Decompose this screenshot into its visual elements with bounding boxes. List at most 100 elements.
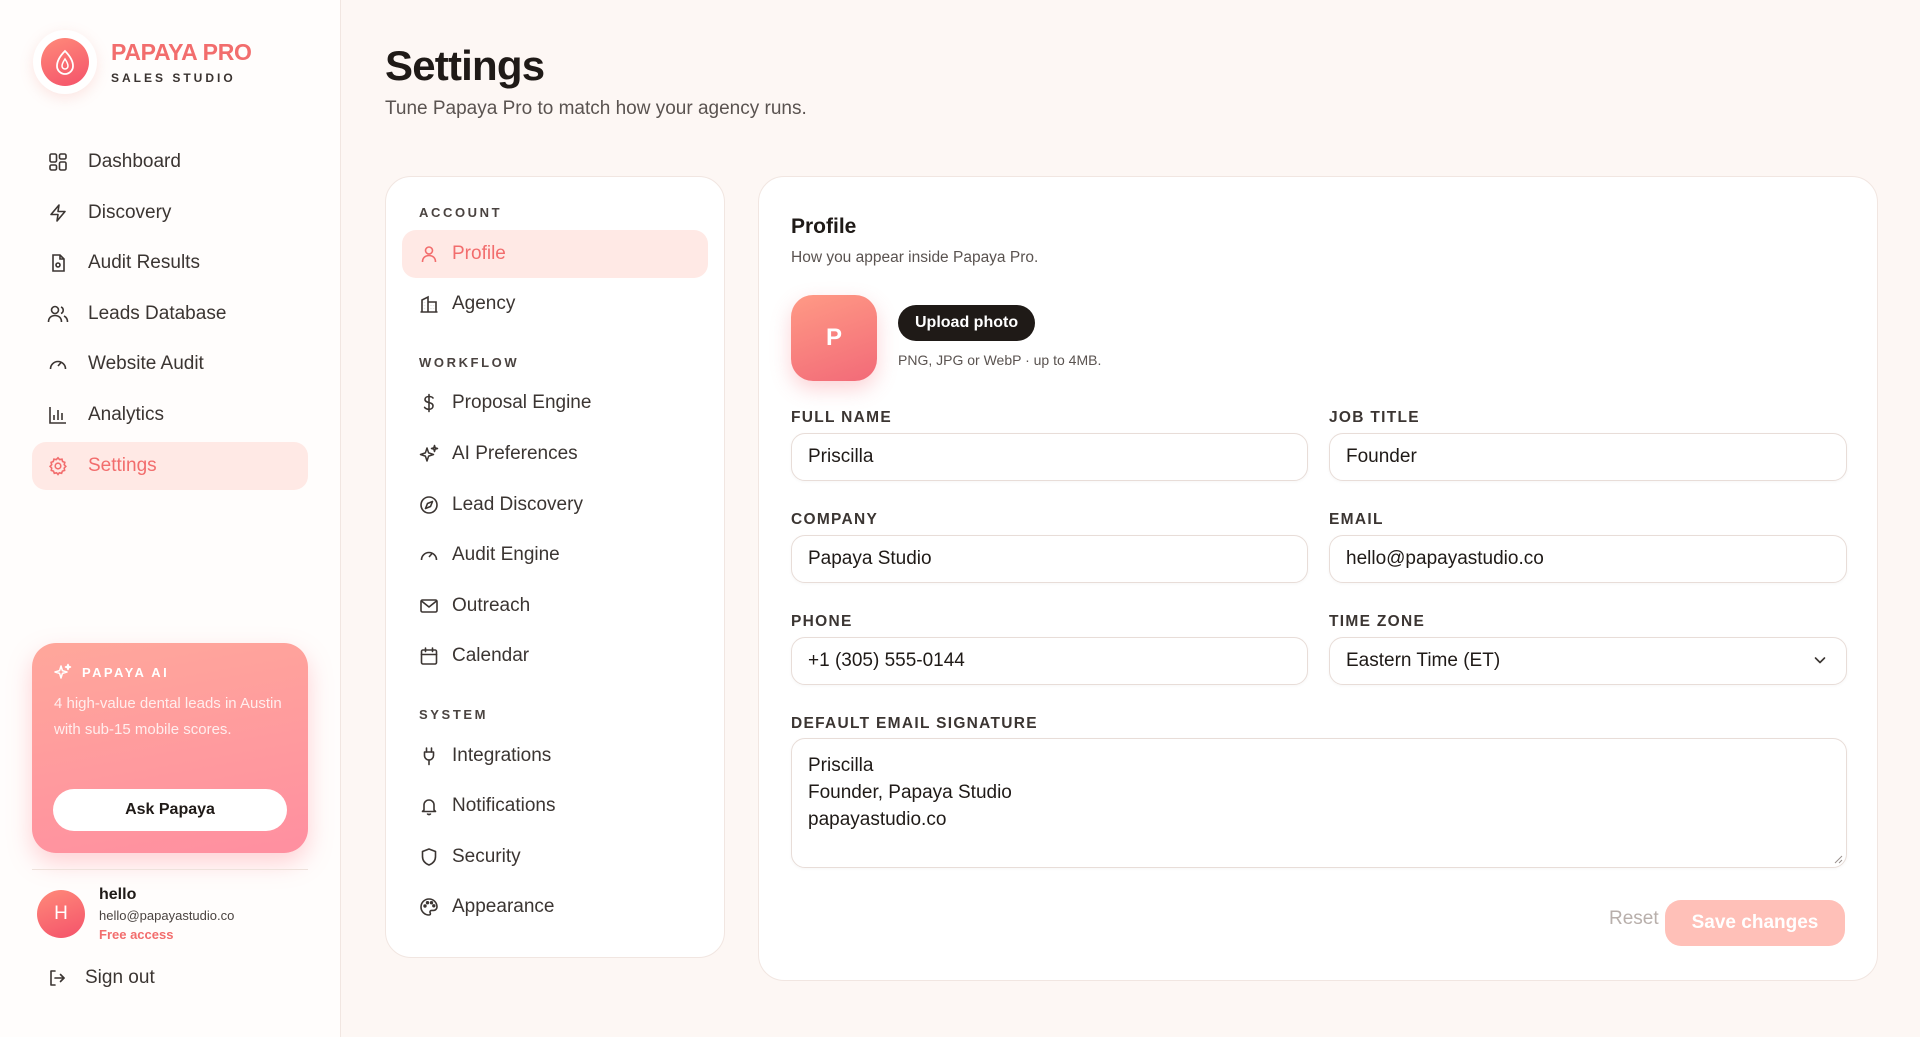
settings-item-label: AI Preferences <box>452 442 578 464</box>
resize-handle-icon[interactable] <box>1833 854 1843 864</box>
logout-icon <box>47 968 67 988</box>
company-label: COMPANY <box>791 511 879 528</box>
sidebar-item-dashboard[interactable]: Dashboard <box>32 138 308 186</box>
sidebar-item-settings[interactable]: Settings <box>32 441 308 490</box>
sidebar-item-audit-results[interactable]: Audit Results <box>32 239 308 287</box>
job-title-label: JOB TITLE <box>1329 409 1420 426</box>
sidebar: PAPAYA PRO SALES STUDIO Dashboard Discov… <box>0 0 341 1037</box>
settings-item-label: Profile <box>452 242 506 264</box>
phone-label: PHONE <box>791 613 853 630</box>
settings-item-agency[interactable]: Agency <box>402 280 708 328</box>
ai-card-title: PAPAYA AI <box>82 664 170 680</box>
signature-line: Priscilla <box>808 755 874 776</box>
sidebar-item-label: Website Audit <box>88 353 204 375</box>
company-field[interactable]: Papaya Studio <box>791 535 1308 583</box>
user-name: hello <box>99 886 137 903</box>
settings-item-notifications[interactable]: Notifications <box>402 782 708 830</box>
sidebar-item-label: Audit Results <box>88 252 200 274</box>
sidebar-item-analytics[interactable]: Analytics <box>32 391 308 439</box>
sparkles-icon <box>418 443 440 465</box>
job-title-field[interactable]: Founder <box>1329 433 1847 481</box>
sidebar-item-leads-database[interactable]: Leads Database <box>32 290 308 338</box>
brand[interactable]: PAPAYA PRO SALES STUDIO <box>33 30 252 94</box>
full-name-field[interactable]: Priscilla <box>791 433 1308 481</box>
gauge-icon <box>47 353 69 375</box>
profile-subtitle: How you appear inside Papaya Pro. <box>791 249 1039 266</box>
sidebar-item-label: Leads Database <box>88 302 227 324</box>
job-title-value: Founder <box>1346 446 1417 467</box>
full-name-label: FULL NAME <box>791 409 892 426</box>
settings-item-label: Audit Engine <box>452 544 560 566</box>
settings-item-integrations[interactable]: Integrations <box>402 732 708 780</box>
sign-out-label: Sign out <box>85 967 155 988</box>
settings-item-security[interactable]: Security <box>402 833 708 881</box>
settings-nav: ACCOUNT Profile Agency WORKFLOW Proposal… <box>385 176 725 958</box>
settings-item-label: Proposal Engine <box>452 392 592 414</box>
mail-icon <box>418 595 440 617</box>
chevron-down-icon <box>1812 652 1828 668</box>
avatar: H <box>37 890 85 938</box>
signature-line: Founder, Papaya Studio <box>808 782 1012 803</box>
sidebar-item-label: Analytics <box>88 403 165 425</box>
signature-line: papayastudio.co <box>808 809 947 830</box>
papaya-ai-card: PAPAYA AI 4 high-value dental leads in A… <box>32 643 308 853</box>
signature-textarea[interactable]: Priscilla Founder, Papaya Studio papayas… <box>791 738 1847 868</box>
sidebar-item-label: Dashboard <box>88 151 181 172</box>
profile-panel: Profile How you appear inside Papaya Pro… <box>758 176 1878 981</box>
settings-item-label: Integrations <box>452 744 552 766</box>
phone-field[interactable]: +1 (305) 555-0144 <box>791 637 1308 685</box>
settings-item-label: Security <box>452 845 521 867</box>
company-value: Papaya Studio <box>808 548 932 569</box>
section-label-workflow: WORKFLOW <box>419 354 520 370</box>
user-icon <box>418 243 440 265</box>
users-icon <box>47 303 69 325</box>
phone-value: +1 (305) 555-0144 <box>808 650 965 671</box>
email-field[interactable]: hello@papayastudio.co <box>1329 535 1847 583</box>
settings-item-profile[interactable]: Profile <box>402 229 708 278</box>
email-value: hello@papayastudio.co <box>1346 548 1544 569</box>
full-name-value: Priscilla <box>808 446 874 467</box>
brand-name: PAPAYA PRO <box>111 39 252 65</box>
profile-avatar: P <box>791 295 877 381</box>
grid-icon <box>47 151 69 173</box>
divider <box>32 869 308 870</box>
dollar-icon <box>418 392 440 414</box>
section-label-system: SYSTEM <box>419 706 489 722</box>
document-icon <box>47 252 69 274</box>
settings-item-label: Notifications <box>452 795 556 817</box>
settings-item-calendar[interactable]: Calendar <box>402 632 708 680</box>
save-changes-button[interactable]: Save changes <box>1665 900 1845 946</box>
time-zone-select[interactable]: Eastern Time (ET) <box>1329 637 1847 685</box>
sidebar-item-discovery[interactable]: Discovery <box>32 189 308 237</box>
settings-item-outreach[interactable]: Outreach <box>402 582 708 630</box>
section-label-account: ACCOUNT <box>419 205 503 220</box>
user-email: hello@papayastudio.co <box>99 908 235 923</box>
time-zone-label: TIME ZONE <box>1329 613 1426 630</box>
ai-card-text: 4 high-value dental leads in Austin with… <box>54 695 282 738</box>
reset-button[interactable]: Reset <box>1609 908 1659 930</box>
page-subtitle: Tune Papaya Pro to match how your agency… <box>385 98 807 119</box>
lightning-icon <box>47 202 69 224</box>
sparkles-icon <box>54 663 72 681</box>
papaya-logo-icon <box>33 30 97 94</box>
settings-item-label: Calendar <box>452 645 530 667</box>
settings-item-proposal-engine[interactable]: Proposal Engine <box>402 379 708 427</box>
sign-out-button[interactable]: Sign out <box>47 967 155 989</box>
settings-item-appearance[interactable]: Appearance <box>402 883 708 931</box>
profile-title: Profile <box>791 215 857 238</box>
building-icon <box>418 293 440 315</box>
gauge-icon <box>418 544 440 566</box>
ask-papaya-button[interactable]: Ask Papaya <box>53 789 287 831</box>
bar-chart-icon <box>47 404 69 426</box>
upload-hint: PNG, JPG or WebP · up to 4MB. <box>898 352 1102 368</box>
settings-item-lead-discovery[interactable]: Lead Discovery <box>402 481 708 529</box>
settings-item-ai-preferences[interactable]: AI Preferences <box>402 430 708 478</box>
user-profile[interactable]: H hello hello@papayastudio.co Free acces… <box>37 886 234 942</box>
main-nav: Dashboard Discovery Audit Results Leads … <box>32 138 308 492</box>
page-title: Settings <box>385 42 545 89</box>
compass-icon <box>418 494 440 516</box>
settings-item-audit-engine[interactable]: Audit Engine <box>402 531 708 579</box>
settings-item-label: Lead Discovery <box>452 493 583 515</box>
sidebar-item-website-audit[interactable]: Website Audit <box>32 340 308 388</box>
upload-photo-button[interactable]: Upload photo <box>898 305 1036 341</box>
